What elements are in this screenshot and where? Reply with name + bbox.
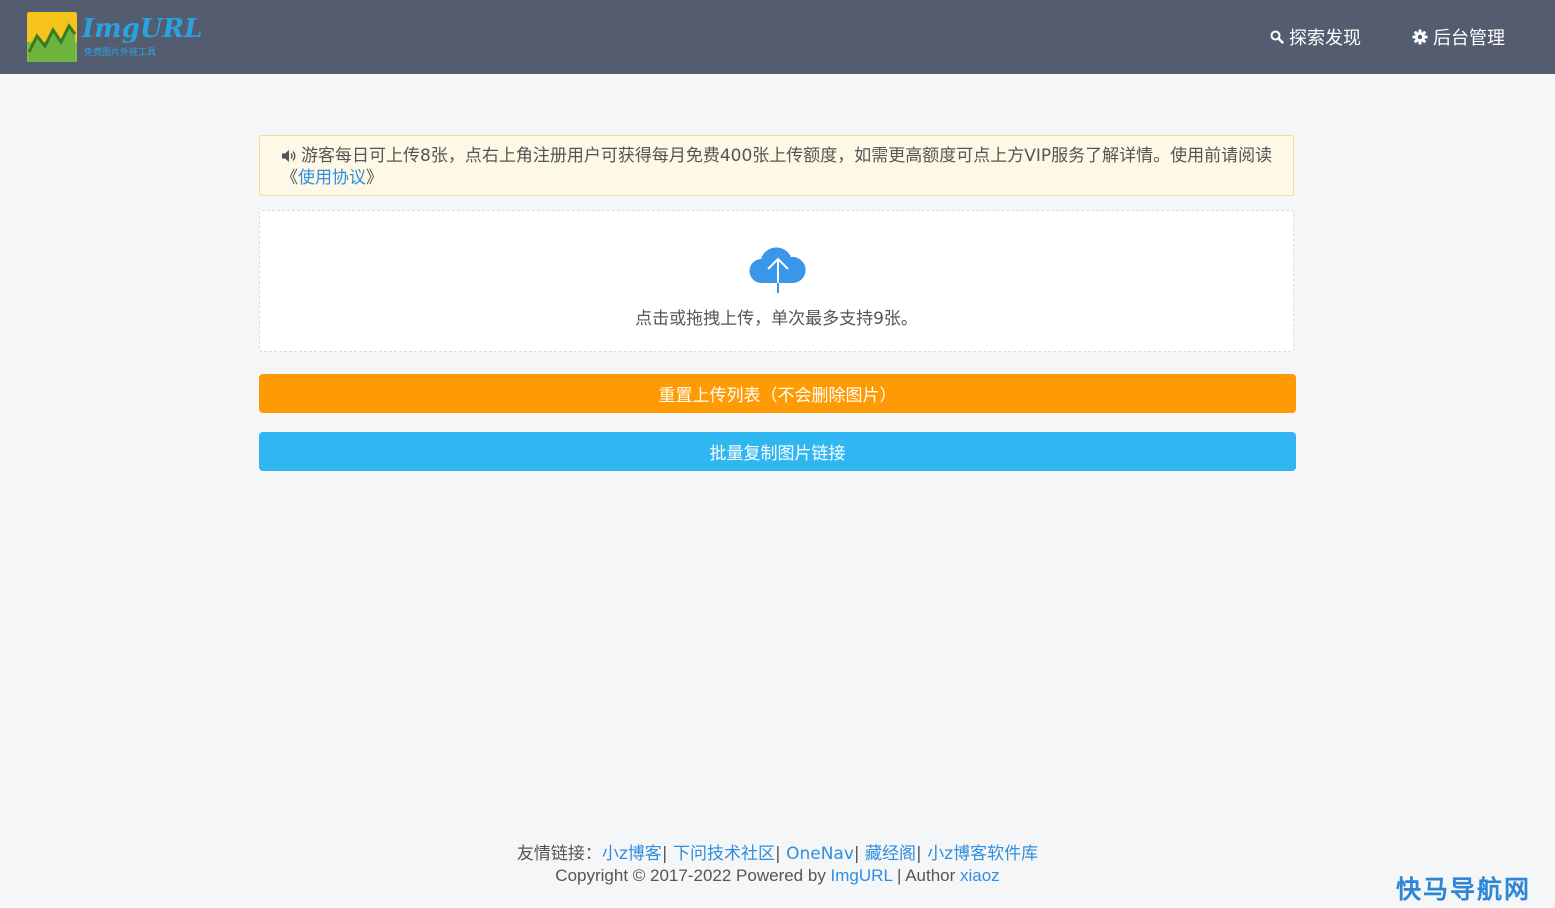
friend-link[interactable]: 小z博客 bbox=[602, 844, 662, 864]
link-separator: | bbox=[853, 844, 866, 864]
link-separator: | bbox=[916, 844, 928, 864]
friend-link[interactable]: 藏经阁 bbox=[865, 844, 916, 864]
guest-notice: 游客每日可上传8张，点右上角注册用户可获得每月免费400张上传额度，如需更高额度… bbox=[259, 135, 1294, 196]
search-icon bbox=[1270, 30, 1284, 44]
logo-mark-icon bbox=[27, 12, 77, 62]
watermark: 快马导航网 bbox=[1395, 875, 1531, 904]
nav-admin[interactable]: 后台管理 bbox=[1412, 24, 1505, 50]
friend-links-label: 友情链接： bbox=[516, 844, 602, 864]
nav-explore[interactable]: 探索发现 bbox=[1270, 24, 1361, 50]
link-separator: | bbox=[774, 844, 787, 864]
friend-link[interactable]: 小z博客软件库 bbox=[927, 844, 1038, 864]
upload-dropzone[interactable]: 点击或拖拽上传，单次最多支持9张。 bbox=[259, 210, 1294, 352]
reset-upload-list-button[interactable]: 重置上传列表（不会删除图片） bbox=[259, 374, 1296, 413]
cloud-upload-icon bbox=[749, 247, 806, 293]
author-link[interactable]: xiaoz bbox=[960, 866, 1000, 885]
copyright: Copyright © 2017-2022 Powered by ImgURL … bbox=[0, 866, 1555, 886]
friend-link[interactable]: 下问技术社区 bbox=[673, 844, 775, 864]
notice-text: 游客每日可上传8张，点右上角注册用户可获得每月免费400张上传额度，如需更高额度… bbox=[281, 146, 1273, 188]
author-label: | Author bbox=[892, 866, 960, 885]
notice-text-end: 》 bbox=[366, 168, 383, 188]
batch-copy-links-button[interactable]: 批量复制图片链接 bbox=[259, 432, 1296, 471]
powered-by-link[interactable]: ImgURL bbox=[831, 866, 893, 885]
gear-icon bbox=[1412, 29, 1428, 45]
friend-link[interactable]: OneNav bbox=[786, 844, 854, 864]
logo-tagline: 免费图片外链工具 bbox=[84, 48, 157, 58]
logo-text: ImgURL bbox=[82, 14, 203, 44]
nav-explore-label: 探索发现 bbox=[1289, 28, 1361, 49]
copyright-text: Copyright © 2017-2022 Powered by bbox=[555, 866, 831, 885]
link-separator: | bbox=[661, 844, 673, 864]
speaker-icon bbox=[281, 148, 297, 168]
nav-admin-label: 后台管理 bbox=[1433, 28, 1505, 49]
terms-link[interactable]: 使用协议 bbox=[298, 168, 366, 188]
top-navbar: ImgURL 免费图片外链工具 探索发现 后台管理 bbox=[0, 0, 1555, 74]
site-logo[interactable]: ImgURL 免费图片外链工具 bbox=[27, 12, 202, 62]
upload-hint: 点击或拖拽上传，单次最多支持9张。 bbox=[635, 309, 918, 329]
friend-links: 友情链接：小z博客| 下问技术社区| OneNav| 藏经阁| 小z博客软件库 bbox=[0, 839, 1555, 864]
